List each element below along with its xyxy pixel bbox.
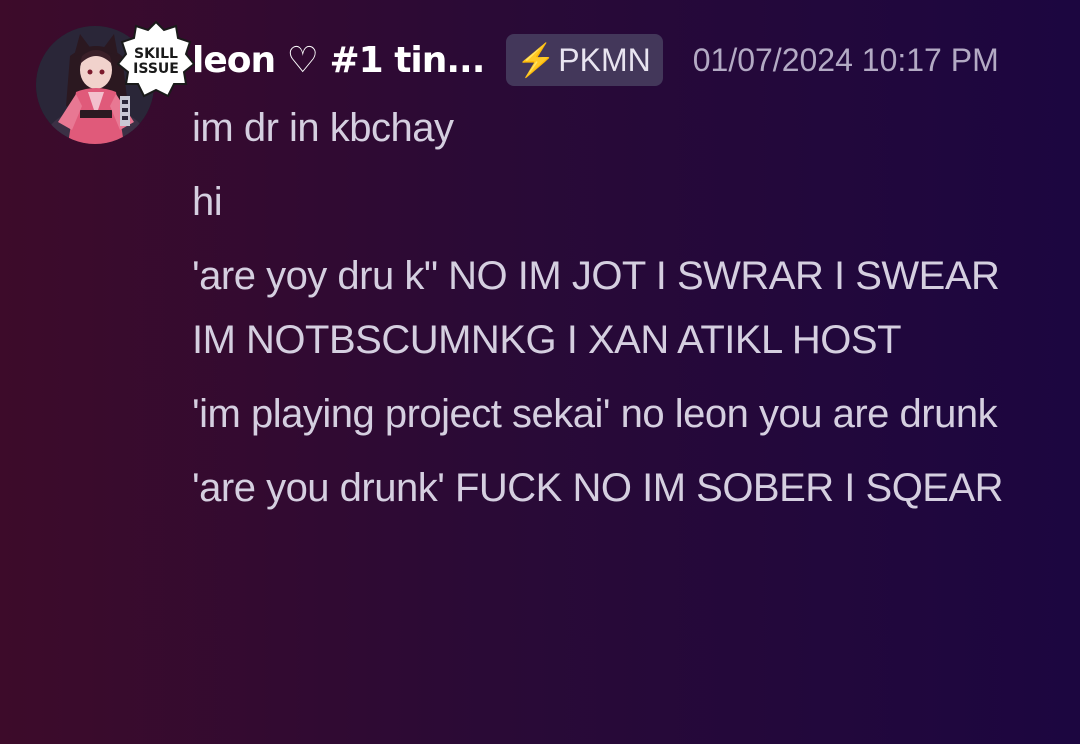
skill-issue-decoration: SKILL ISSUE [114, 18, 198, 102]
message-line: hi [192, 180, 223, 224]
lightning-bolt-icon: ⚡ [516, 42, 557, 78]
message-timestamp[interactable]: 01/07/2024 10:17 PM [693, 42, 999, 79]
message-line: 'are yoy dru k" NO IM JOT I SWRAR I SWEA… [192, 254, 1000, 362]
username[interactable]: leon ♡ #1 tin... [192, 40, 485, 81]
chat-message: SKILL ISSUE leon ♡ #1 tin... ⚡ PKMN 01/0… [0, 0, 1080, 744]
server-tag-label: PKMN [558, 41, 651, 78]
svg-text:SKILL: SKILL [134, 46, 178, 62]
message-content: im dr in kbchay hi 'are yoy dru k" NO IM… [192, 96, 1052, 530]
server-tag[interactable]: ⚡ PKMN [506, 34, 663, 86]
message-line: im dr in kbchay [192, 106, 454, 150]
message-line: 'are you drunk' FUCK NO IM SOBER I SQEAR [192, 466, 1004, 510]
avatar-container[interactable]: SKILL ISSUE [36, 20, 196, 148]
message-header: leon ♡ #1 tin... ⚡ PKMN 01/07/2024 10:17… [192, 30, 999, 90]
svg-text:ISSUE: ISSUE [133, 61, 179, 77]
message-line: 'im playing project sekai' no leon you a… [192, 392, 998, 436]
skill-issue-badge-icon: SKILL ISSUE [116, 20, 196, 98]
